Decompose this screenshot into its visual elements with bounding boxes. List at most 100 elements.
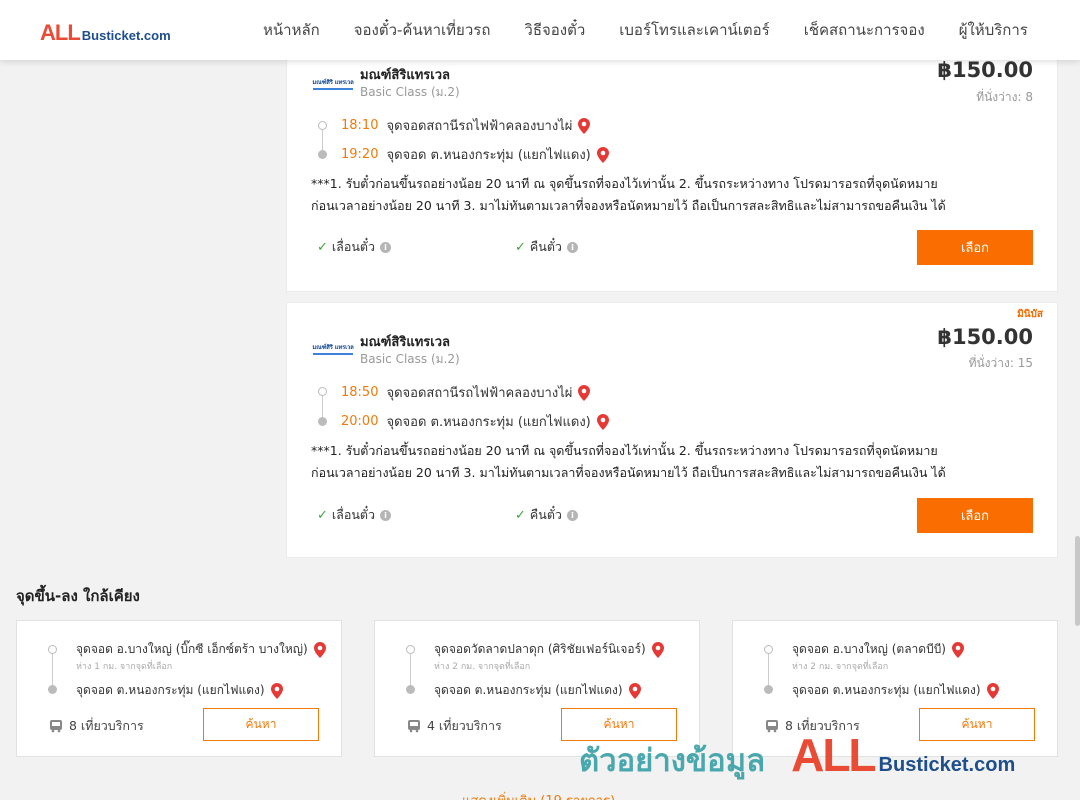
map-pin-icon[interactable] [270,682,283,699]
feature-reschedule: ✓ เลื่อนตั๋ว i [317,505,392,525]
nearby-search-button[interactable]: ค้นหา [203,708,319,741]
departure-dot-icon [764,645,773,654]
feature-refund: ✓ คืนตั๋ว i [515,237,578,257]
timeline-line [410,649,411,687]
feature-label: เลื่อนตั๋ว [331,239,376,254]
check-icon: ✓ [515,507,526,523]
trip-card: มณฑ์สิริ แทรเวล มณฑ์สิริแทรเวล Basic Cla… [286,40,1058,292]
nearby-trip-count: 8 เที่ยวบริการ [49,716,144,736]
nearby-trip-count-label: 8 เที่ยวบริการ [69,718,144,733]
show-more-link[interactable]: แสดงเพิ่มเติม (19 รายการ) [462,790,615,800]
operator-name: มณฑ์สิริแทรเวล [360,335,450,350]
nav-book-search[interactable]: จองตั๋ว-ค้นหาเที่ยวรถ [337,18,508,42]
check-icon: ✓ [515,239,526,255]
nav-operators[interactable]: ผู้ให้บริการ [942,18,1045,42]
map-pin-icon[interactable] [986,682,999,699]
trip-note-line: ก่อนเวลาอย่างน้อย 20 นาที 3. มาไม่ทันตาม… [311,198,946,213]
arrival-stop: จุดจอด ต.หนองกระทุ่ม (แยกไฟแดง) [386,415,591,430]
map-pin-icon[interactable] [952,641,964,658]
operator-logo: มณฑ์สิริ แทรเวล [312,341,354,355]
departure-dot-icon [318,387,327,396]
nearby-to-stop: จุดจอด ต.หนองกระทุ่ม (แยกไฟแดง) [434,683,623,697]
arrival-row: 20:00 จุดจอด ต.หนองกระทุ่ม (แยกไฟแดง) [341,411,609,432]
map-pin-icon[interactable] [578,117,591,134]
map-pin-icon[interactable] [628,682,641,699]
nearby-from-row: จุดจอดวัดลาดปลาดุก (ศิริชัยเฟอร์นิเจอร์) [434,640,664,659]
nearby-section-title: จุดขึ้น-ลง ใกล้เคียง [16,587,140,605]
feature-label: คืนตั๋ว [529,239,562,254]
map-pin-icon[interactable] [651,641,664,658]
info-icon[interactable]: i [380,241,392,253]
info-icon[interactable]: i [566,509,578,521]
nav-check-status[interactable]: เช็คสถานะการจอง [787,18,942,42]
nearby-trip-count-label: 4 เที่ยวบริการ [427,718,502,733]
nearby-distance: ห่าง 2 กม. จากจุดที่เลือก [792,662,889,672]
trip-note: ***1. รับตั๋วก่อนขึ้นรถอย่างน้อย 20 นาที… [311,173,1041,217]
arrival-time: 19:20 [341,147,379,162]
arrival-dot-icon [48,685,57,694]
arrival-dot-icon [318,150,327,159]
departure-row: 18:10 จุดจอดสถานีรถไฟฟ้าคลองบางไผ่ [341,115,591,136]
feature-reschedule: ✓ เลื่อนตั๋ว i [317,237,392,257]
nav-how-to-book[interactable]: วิธีจองตั๋ว [507,18,602,42]
arrival-stop: จุดจอด ต.หนองกระทุ่ม (แยกไฟแดง) [386,148,591,163]
page-scrollbar[interactable] [1075,536,1080,626]
departure-dot-icon [406,645,415,654]
bus-icon [50,720,62,733]
arrival-row: 19:20 จุดจอด ต.หนองกระทุ่ม (แยกไฟแดง) [341,144,609,165]
seats-available: ที่นั่งว่าง: 8 [976,90,1033,104]
nearby-from-row: จุดจอด อ.บางใหญ่ (ตลาดบีบี) [792,640,964,659]
trip-note-line: ก่อนเวลาอย่างน้อย 20 นาที 3. มาไม่ทันตาม… [311,465,946,480]
select-trip-button[interactable]: เลือก [917,230,1033,265]
arrival-time: 20:00 [341,414,379,429]
select-trip-button[interactable]: เลือก [917,498,1033,533]
nav-home[interactable]: หน้าหลัก [246,18,337,42]
logo-all-text: ALL [40,20,81,45]
arrival-dot-icon [318,417,327,426]
trip-note-line: ***1. รับตั๋วก่อนขึ้นรถอย่างน้อย 20 นาที… [311,176,938,191]
info-icon[interactable]: i [380,509,392,521]
nearby-to-row: จุดจอด ต.หนองกระทุ่ม (แยกไฟแดง) [76,681,283,700]
nearby-distance: ห่าง 2 กม. จากจุดที่เลือก [434,662,531,672]
nearby-card: จุดจอด อ.บางใหญ่ (บิ๊กซี เอ็กซ์ตร้า บางใ… [16,620,342,757]
trip-card: มินิบัส มณฑ์สิริ แทรเวล มณฑ์สิริแทรเวล B… [286,302,1058,558]
info-icon[interactable]: i [566,241,578,253]
feature-refund: ✓ คืนตั๋ว i [515,505,578,525]
departure-dot-icon [48,645,57,654]
feature-label: เลื่อนตั๋ว [331,507,376,522]
bus-class: Basic Class (ม.2) [360,352,460,366]
map-pin-icon[interactable] [578,384,591,401]
nearby-from-stop: จุดจอดวัดลาดปลาดุก (ศิริชัยเฟอร์นิเจอร์) [434,642,646,656]
departure-row: 18:50 จุดจอดสถานีรถไฟฟ้าคลองบางไผ่ [341,382,591,403]
sample-data-watermark: ตัวอย่างข้อมูล ALL Busticket.com [579,728,1015,785]
check-icon: ✓ [317,507,328,523]
main-nav: หน้าหลัก จองตั๋ว-ค้นหาเที่ยวรถ วิธีจองตั… [246,0,1045,60]
arrival-dot-icon [764,685,773,694]
logo-rest-text: Busticket.com [81,28,171,43]
site-logo[interactable]: ALL Busticket.com [40,20,171,46]
departure-time: 18:50 [341,385,379,400]
map-pin-icon[interactable] [596,146,609,163]
departure-time: 18:10 [341,118,379,133]
nearby-to-row: จุดจอด ต.หนองกระทุ่ม (แยกไฟแดง) [434,681,641,700]
watermark-logo-rest: Busticket.com [878,754,1016,776]
operator-name: มณฑ์สิริแทรเวล [360,68,450,83]
operator-logo: มณฑ์สิริ แทรเวล [312,76,354,90]
watermark-text: ตัวอย่างข้อมูล [579,743,766,779]
site-header: ALL Busticket.com หน้าหลัก จองตั๋ว-ค้นหา… [0,0,1080,60]
bus-class: Basic Class (ม.2) [360,85,460,99]
nearby-from-row: จุดจอด อ.บางใหญ่ (บิ๊กซี เอ็กซ์ตร้า บางใ… [76,640,326,659]
nearby-distance: ห่าง 1 กม. จากจุดที่เลือก [76,662,173,672]
seats-available: ที่นั่งว่าง: 15 [968,356,1033,370]
map-pin-icon[interactable] [596,413,609,430]
timeline-line [52,649,53,687]
check-icon: ✓ [317,239,328,255]
nearby-from-stop: จุดจอด อ.บางใหญ่ (ตลาดบีบี) [792,642,946,656]
feature-label: คืนตั๋ว [529,507,562,522]
watermark-logo-all: ALL [791,729,876,781]
departure-stop: จุดจอดสถานีรถไฟฟ้าคลองบางไผ่ [386,119,573,134]
arrival-dot-icon [406,685,415,694]
map-pin-icon[interactable] [313,641,326,658]
nearby-trip-count: 4 เที่ยวบริการ [407,716,502,736]
nav-contact-counter[interactable]: เบอร์โทรและเคาน์เตอร์ [602,18,786,42]
